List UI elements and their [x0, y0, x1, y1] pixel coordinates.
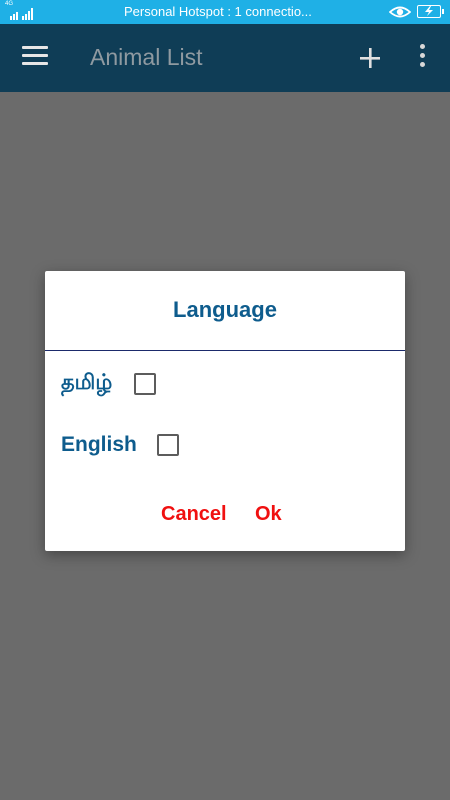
eye-icon	[389, 6, 411, 18]
add-icon[interactable]	[358, 46, 382, 70]
option-tamil[interactable]: தமிழ்	[61, 371, 157, 397]
page-title: Animal List	[90, 44, 203, 70]
language-dialog: Language தமிழ் English Cancel Ok	[45, 271, 405, 551]
signal-icon	[6, 4, 33, 20]
app-bar: Animal List	[0, 24, 450, 92]
dialog-divider	[45, 350, 405, 351]
more-vert-icon[interactable]	[414, 44, 430, 72]
status-bar: 4G Personal Hotspot : 1 connectio...	[0, 0, 450, 24]
hotspot-notification: Personal Hotspot : 1 connectio...	[124, 4, 312, 19]
menu-icon[interactable]	[22, 46, 48, 68]
option-tamil-label: தமிழ்	[61, 371, 113, 394]
cancel-button[interactable]: Cancel	[161, 503, 227, 526]
option-english-label: English	[61, 433, 137, 456]
tamil-checkbox[interactable]	[134, 373, 157, 395]
english-checkbox[interactable]	[156, 434, 179, 456]
ok-button[interactable]: Ok	[255, 503, 282, 526]
battery-charging-icon	[417, 5, 444, 18]
option-english[interactable]: English	[61, 433, 179, 457]
dialog-title: Language	[173, 297, 277, 322]
